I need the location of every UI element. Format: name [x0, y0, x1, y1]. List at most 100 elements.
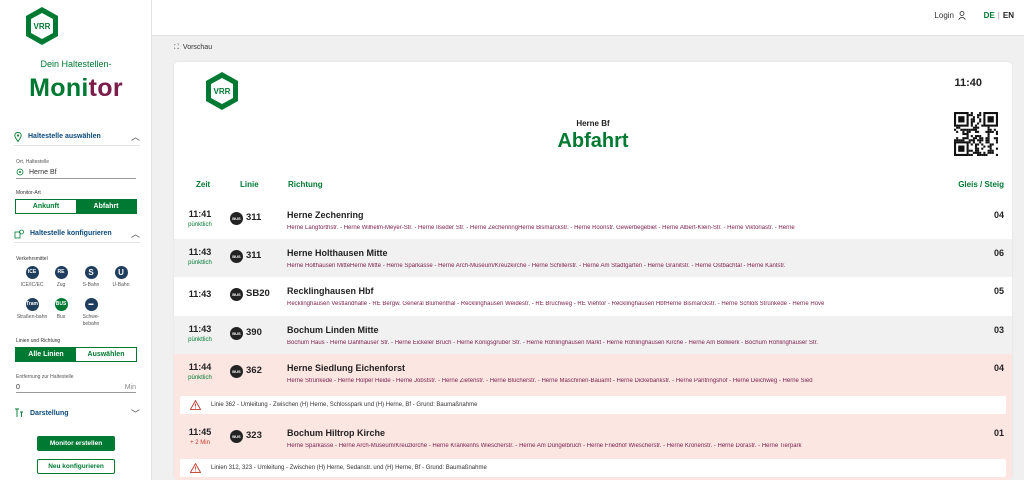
section-label: Haltestelle konfigurieren	[30, 230, 112, 237]
preview-toggle[interactable]: ⛶ Vorschau	[174, 44, 212, 52]
reconfigure-button[interactable]: Neu konfigurieren	[37, 459, 115, 474]
departure-status: + 2 Min	[190, 440, 210, 446]
line-number: SB20	[246, 288, 270, 299]
col-time: Zeit	[196, 180, 211, 189]
transport-bus[interactable]: BUS Bus	[45, 298, 77, 321]
section-label: Darstellung	[30, 409, 69, 417]
stop-input[interactable]: Herne Bf	[16, 166, 136, 179]
line-number: 311	[246, 212, 262, 223]
transport-name: S-Bahn	[82, 282, 100, 288]
platform: 04	[993, 210, 1004, 220]
lang-separator: |	[997, 11, 1000, 20]
top-bar: Login DE | EN	[0, 0, 1024, 36]
transport-tram[interactable]: Tram Straßen-bahn	[16, 298, 48, 321]
lang-de[interactable]: DE	[984, 11, 995, 20]
bus-icon: BUS	[230, 430, 243, 443]
platform: 06	[993, 248, 1004, 258]
departure-row[interactable]: 11:44 pünktlich BUS 362 Herne Siedlung E…	[174, 354, 1012, 419]
transport-name: U-Bahn	[112, 282, 130, 288]
transport-schwebebahn[interactable]: ▬ Schwe-bebahn	[75, 298, 107, 328]
departure-time: 11:43	[188, 324, 212, 334]
departure-time: 11:43	[188, 247, 212, 257]
distance-input[interactable]: 0 Min	[16, 382, 136, 393]
bus-icon: BUS	[230, 365, 243, 378]
train-icon: RE	[54, 266, 68, 279]
departure-row[interactable]: 11:43 BUS SB20 Recklinghausen Hbf Reckli…	[174, 277, 1012, 315]
vrr-logo: VRR	[206, 72, 238, 110]
stop-config-icon	[14, 229, 24, 238]
choose-lines-button[interactable]: Auswählen	[76, 348, 136, 361]
lines-toggle: Alle Linien Auswählen	[15, 347, 137, 362]
transport-train[interactable]: RE Zug	[45, 266, 77, 289]
target-icon	[16, 168, 24, 176]
departure-button[interactable]: Abfahrt	[76, 200, 136, 213]
departure-row[interactable]: 11:41 pünktlich BUS 311 Herne Zechenring…	[174, 201, 1012, 239]
login-link[interactable]: Login	[934, 11, 966, 20]
transport-name: Zug	[56, 282, 66, 288]
tagline: Dein Haltestellen-	[40, 59, 112, 69]
create-monitor-button[interactable]: Monitor erstellen	[37, 436, 115, 451]
schwebebahn-icon: ▬	[84, 298, 98, 311]
platform: 05	[993, 286, 1004, 296]
chevron-up-icon: ︿	[130, 132, 140, 142]
destination: Herne Siedlung Eichenforst	[287, 363, 406, 373]
chevron-down-icon: ﹀	[130, 408, 140, 419]
destination: Herne Holthausen Mitte	[287, 248, 388, 258]
distance-value: 0	[16, 383, 20, 391]
transport-label: Verkehrsmittel	[16, 256, 48, 262]
preview-label: Vorschau	[182, 44, 213, 51]
section-label: Haltestelle auswählen	[28, 133, 101, 140]
sidebar: VRR Dein Haltestellen- Monitor Haltestel…	[0, 0, 152, 480]
section-display[interactable]: Darstellung ﹀	[14, 404, 140, 422]
destination: Herne Zechenring	[287, 210, 364, 220]
svg-text:VRR: VRR	[214, 87, 231, 96]
stop-field-label: Ort, Haltestelle	[16, 159, 50, 165]
location-pin-icon	[14, 131, 22, 142]
lang-en[interactable]: EN	[1003, 11, 1014, 20]
col-platform: Gleis / Steig	[958, 180, 1004, 189]
vrr-logo[interactable]: VRR	[24, 6, 60, 46]
station-name: Herne Bf	[576, 119, 610, 128]
col-direction: Richtung	[288, 180, 323, 189]
departure-row[interactable]: 11:43 pünktlich BUS 390 Bochum Linden Mi…	[174, 316, 1012, 354]
board-clock: 11:40	[954, 77, 982, 89]
transport-ubahn[interactable]: U U-Bahn	[105, 266, 137, 289]
board-title: Abfahrt	[557, 130, 629, 152]
departure-time: 11:41	[188, 209, 212, 219]
departure-status: pünktlich	[188, 222, 212, 228]
bus-icon: BUS	[230, 212, 243, 225]
tram-icon: Tram	[25, 298, 39, 311]
monitor-wordmark: Monitor	[29, 74, 123, 102]
ice-icon: ICE	[25, 266, 39, 279]
line-number: 323	[246, 430, 262, 441]
user-icon	[958, 11, 966, 20]
departure-time: 11:43	[188, 289, 212, 299]
stop-sequence: Herne Holthausen MitteHerne Mitte - Hern…	[287, 263, 786, 269]
disruption-notice: Linie 362 - Umleitung - Zwischen (H) Her…	[180, 396, 1006, 414]
transport-sbahn[interactable]: S S-Bahn	[75, 266, 107, 289]
warning-icon	[190, 400, 201, 410]
monitor-type-toggle: Ankunft Abfahrt	[15, 199, 137, 214]
language-switch: DE | EN	[984, 11, 1014, 20]
login-label: Login	[934, 11, 954, 20]
bus-icon: BUS	[230, 250, 243, 263]
departure-status: pünktlich	[188, 375, 212, 381]
sbahn-icon: S	[84, 266, 98, 279]
stop-sequence: Herne Sparkasse - Herne Arch-Museum/Kreu…	[287, 443, 802, 449]
transport-ice[interactable]: ICE ICE/IC/EC	[16, 266, 48, 289]
departure-status: pünktlich	[188, 337, 212, 343]
stop-sequence: Bochum Haus - Herne Dahlhauser Str. - He…	[287, 340, 818, 346]
svg-text:VRR: VRR	[34, 22, 51, 31]
distance-unit: Min	[124, 383, 136, 391]
bus-icon: BUS	[230, 327, 243, 340]
all-lines-button[interactable]: Alle Linien	[16, 348, 76, 361]
arrival-button[interactable]: Ankunft	[16, 200, 76, 213]
section-select-stop[interactable]: Haltestelle auswählen ︿	[14, 128, 140, 146]
stop-sequence: Herne Strünkede - Herne Holper Heide - H…	[287, 378, 813, 384]
section-configure[interactable]: Haltestelle konfigurieren ︿	[14, 225, 140, 243]
lines-label: Linien und Richtung	[16, 338, 61, 344]
distance-label: Entfernung zur Haltestelle	[16, 374, 74, 380]
departure-row[interactable]: 11:43 pünktlich BUS 311 Herne Holthausen…	[174, 239, 1012, 277]
departure-row[interactable]: 11:45 + 2 Min BUS 323 Bochum Hiltrop Kir…	[174, 419, 1012, 480]
platform: 03	[993, 325, 1004, 335]
